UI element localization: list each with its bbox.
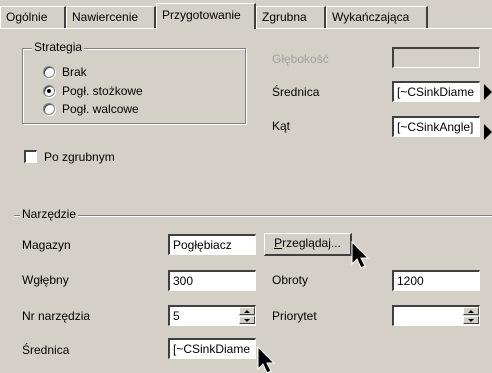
tool-number-input[interactable]: 5 (168, 305, 256, 326)
mouse-cursor-icon (257, 345, 276, 373)
priority-input[interactable] (392, 305, 480, 326)
tool-diameter-label: Średnica (22, 343, 70, 357)
spin-up-icon[interactable] (239, 307, 255, 315)
tool-diameter-input[interactable]: [~CSinkDiame (168, 338, 256, 359)
infeed-label: Wgłębny (22, 273, 69, 287)
spin-up-icon[interactable] (463, 307, 479, 315)
angle-label: Kąt (272, 119, 291, 133)
diameter-label: Średnica (272, 85, 320, 99)
angle-input[interactable]: [~CSinkAngle] (392, 116, 480, 137)
mouse-cursor-icon (351, 240, 370, 269)
tool-number-label: Nr narzędzia (22, 309, 91, 323)
spin-down-icon[interactable] (463, 316, 479, 324)
tab-wykanczajaca[interactable]: Wykańczająca (326, 6, 428, 28)
tool-section-title: Narzędzie (20, 207, 79, 221)
magazine-input[interactable]: Pogłębiacz (168, 234, 256, 255)
infeed-input[interactable]: 300 (168, 270, 256, 291)
tool-section-divider (14, 215, 492, 217)
speed-label: Obroty (272, 273, 309, 287)
radio-brak-label: Brak (62, 65, 87, 79)
strategy-title: Strategia (32, 40, 85, 54)
priority-spinner[interactable] (463, 307, 479, 324)
tab-zgrubna[interactable]: Zgrubna (256, 6, 326, 28)
after-roughing-checkbox[interactable] (24, 150, 37, 163)
tool-number-value: 5 (173, 309, 180, 323)
triangle-right-icon (484, 84, 492, 100)
radio-pogl-stozkowe[interactable] (43, 85, 55, 97)
radio-pogl-stozkowe-label: Pogł. stożkowe (62, 84, 143, 98)
browse-button[interactable]: Przeglądaj... (264, 233, 352, 256)
after-roughing-label: Po zgrubnym (44, 150, 115, 164)
depth-label: Głębokość (272, 52, 329, 66)
tab-ogolnie[interactable]: Ogólnie (0, 6, 66, 28)
priority-label: Priorytet (272, 309, 317, 323)
spin-down-icon[interactable] (239, 316, 255, 324)
speed-input[interactable]: 1200 (392, 270, 480, 291)
diameter-input[interactable]: [~CSinkDiame (392, 81, 480, 102)
radio-brak[interactable] (43, 66, 55, 78)
radio-pogl-walcowe[interactable] (43, 103, 55, 115)
triangle-right-icon (484, 124, 492, 140)
depth-input (392, 47, 480, 68)
tab-nawiercenie[interactable]: Nawiercenie (66, 6, 156, 28)
tool-number-spinner[interactable] (239, 307, 255, 324)
magazine-label: Magazyn (22, 238, 71, 252)
radio-pogl-walcowe-label: Pogł. walcowe (62, 102, 139, 116)
tab-przygotowanie[interactable]: Przygotowanie (156, 3, 256, 29)
